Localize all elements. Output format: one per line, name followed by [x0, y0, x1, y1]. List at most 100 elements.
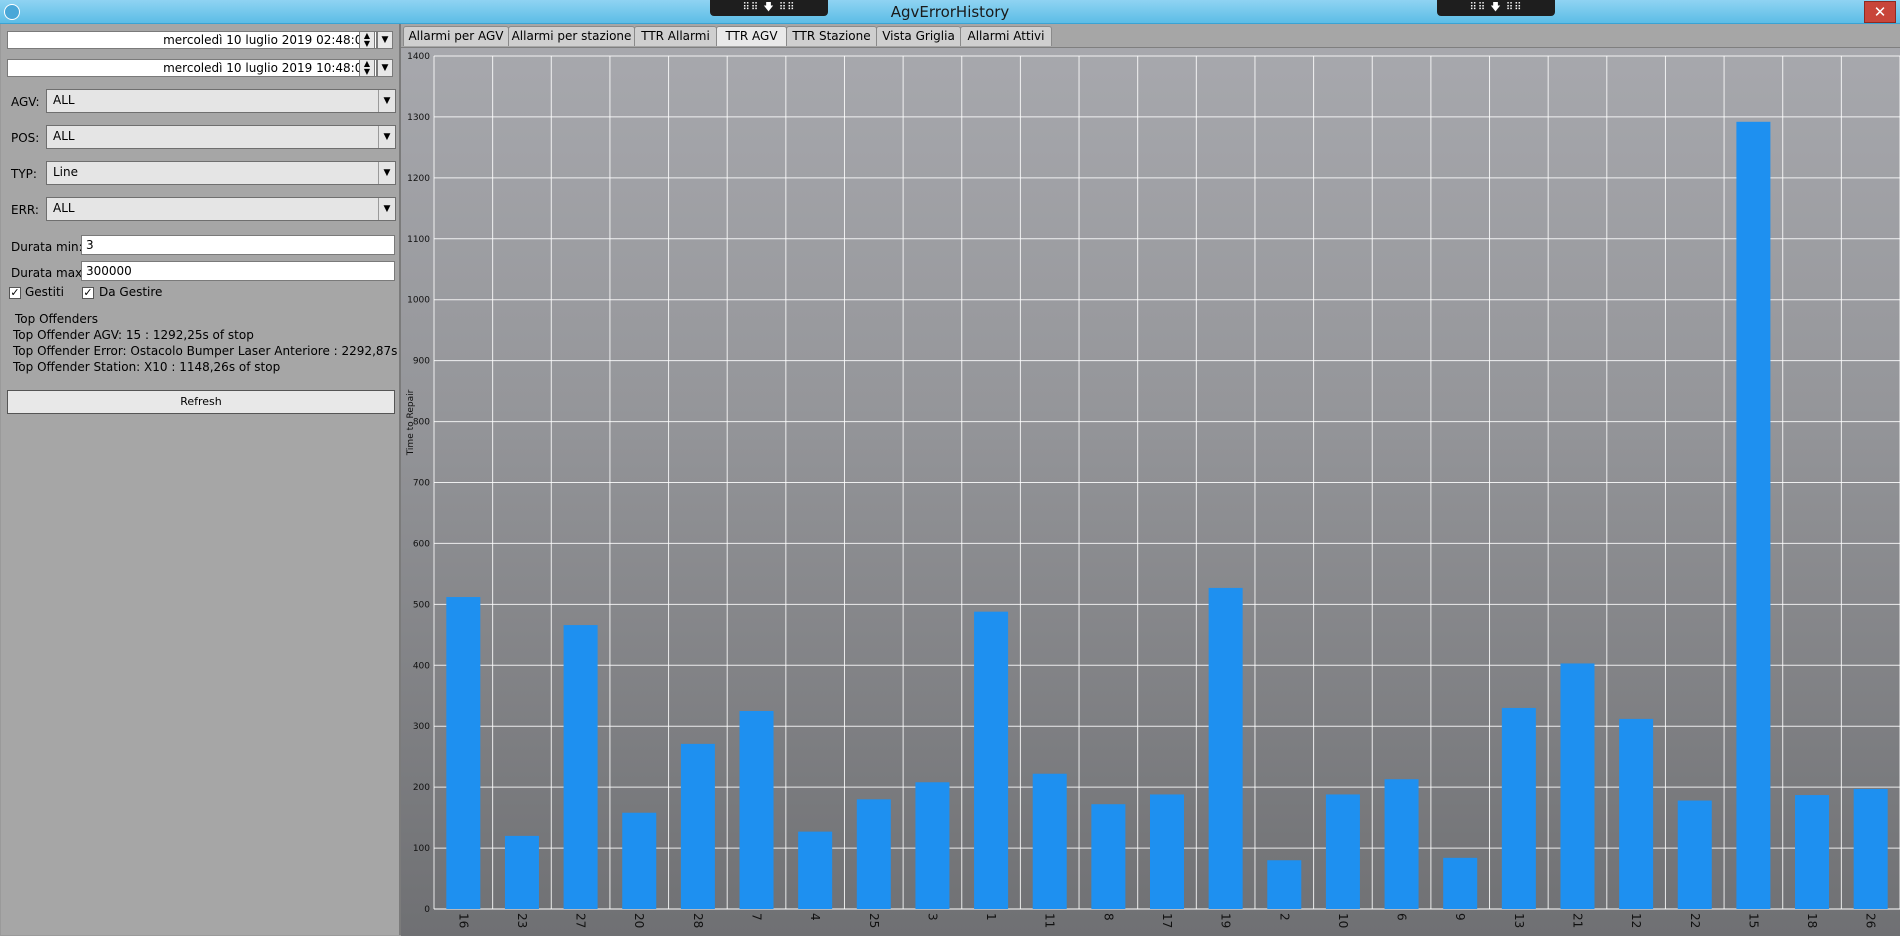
pos-select[interactable]: ALL ▼	[46, 125, 396, 149]
date-to-field[interactable]: mercoledì 10 luglio 2019 10:48:01	[7, 59, 377, 77]
x-tick-label: 28	[691, 913, 705, 928]
durata-max-label: Durata max:	[11, 266, 87, 280]
bar-agv-18[interactable]	[1795, 795, 1830, 909]
bar-agv-19[interactable]	[1208, 587, 1243, 909]
date-to-dropdown[interactable]: ▼	[377, 59, 393, 77]
err-select[interactable]: ALL ▼	[46, 197, 396, 221]
bar-agv-21[interactable]	[1560, 663, 1595, 909]
tab-allarmi-attivi[interactable]: Allarmi Attivi	[960, 26, 1052, 46]
tab-ttr-stazione[interactable]: TTR Stazione	[786, 26, 877, 46]
y-axis-label: Time to Repair	[406, 389, 416, 456]
x-tick-label: 9	[1453, 913, 1467, 921]
window-title: AgvErrorHistory	[890, 3, 1010, 21]
dock-handle-right[interactable]: ⠿⠿ 🡇 ⠿⠿	[1437, 0, 1555, 16]
tab-ttr-agv[interactable]: TTR AGV	[716, 26, 787, 46]
y-tick-label: 900	[413, 357, 430, 367]
top-offender-error: Top Offender Error: Ostacolo Bumper Lase…	[13, 344, 443, 358]
x-tick-label: 17	[1160, 913, 1174, 928]
x-tick-label: 21	[1570, 913, 1584, 928]
y-tick-label: 1000	[407, 296, 430, 306]
x-tick-label: 4	[808, 913, 822, 921]
bar-agv-10[interactable]	[1325, 794, 1360, 909]
date-to-spinner[interactable]: ▲ ▼	[359, 59, 375, 77]
chart-bars	[446, 121, 1888, 909]
err-label: ERR:	[11, 203, 39, 217]
x-tick-label: 13	[1512, 913, 1526, 928]
filter-sidebar: mercoledì 10 luglio 2019 02:48:01 ▲ ▼ ▼ m…	[1, 24, 443, 935]
chart-panel: 0 100 200 300 400 500 600 700 800 900 1000 1100 1200…	[401, 47, 1900, 936]
tab-vista-griglia[interactable]: Vista Griglia	[876, 26, 961, 46]
bar-agv-6[interactable]	[1384, 779, 1419, 909]
x-tick-label: 18	[1805, 913, 1819, 928]
durata-max-input[interactable]: 300000	[81, 261, 395, 281]
bar-agv-23[interactable]	[504, 835, 539, 909]
y-tick-label: 1300	[407, 113, 430, 123]
date-from-dropdown[interactable]: ▼	[377, 31, 393, 49]
y-tick-label: 700	[413, 479, 430, 489]
x-tick-label: 8	[1101, 913, 1115, 921]
y-tick-label: 1200	[407, 174, 430, 184]
x-tick-label: 2	[1277, 913, 1291, 921]
date-from-spinner[interactable]: ▲ ▼	[359, 31, 375, 49]
x-tick-label: 10	[1336, 913, 1350, 928]
agv-label: AGV:	[11, 95, 40, 109]
y-tick-label: 1100	[407, 235, 430, 245]
gestiti-label: Gestiti	[25, 285, 65, 299]
tab-strip: Allarmi per AGV Allarmi per stazione TTR…	[401, 24, 1900, 47]
x-tick-label: 20	[632, 913, 646, 928]
durata-min-label: Durata min:	[11, 240, 83, 254]
ttr-agv-bar-chart: 0100200300400500600700800900100011001200…	[406, 52, 1900, 928]
bar-agv-4[interactable]	[798, 831, 833, 909]
y-tick-label: 0	[424, 905, 430, 915]
bar-agv-28[interactable]	[680, 743, 715, 909]
agv-select[interactable]: ALL ▼	[46, 89, 396, 113]
x-tick-label: 12	[1629, 913, 1643, 928]
tab-ttr-allarmi[interactable]: TTR Allarmi	[634, 26, 717, 46]
tab-allarmi-per-agv[interactable]: Allarmi per AGV	[403, 26, 509, 46]
date-from-field[interactable]: mercoledì 10 luglio 2019 02:48:01	[7, 31, 377, 49]
bar-agv-17[interactable]	[1149, 794, 1185, 909]
da-gestire-checkbox[interactable]: ✓	[82, 287, 94, 299]
bar-agv-26[interactable]	[1853, 788, 1888, 909]
typ-select[interactable]: Line ▼	[46, 161, 396, 185]
pos-select-value: ALL	[53, 129, 75, 143]
bar-agv-13[interactable]	[1501, 707, 1536, 909]
tab-allarmi-per-stazione[interactable]: Allarmi per stazione	[508, 26, 635, 46]
bar-agv-25[interactable]	[856, 799, 891, 909]
bar-agv-9[interactable]	[1443, 857, 1478, 909]
close-button[interactable]: ✕	[1864, 1, 1896, 23]
durata-min-input[interactable]: 3	[81, 235, 395, 255]
err-select-value: ALL	[53, 201, 75, 215]
x-tick-label: 23	[515, 913, 529, 928]
y-tick-label: 600	[413, 539, 430, 549]
bar-agv-15[interactable]	[1736, 121, 1771, 909]
bar-agv-2[interactable]	[1267, 860, 1302, 909]
x-tick-label: 1	[984, 913, 998, 921]
bar-agv-12[interactable]	[1619, 718, 1654, 909]
bar-agv-1[interactable]	[974, 611, 1009, 909]
x-axis-ticks: 16 23 27 20 28 7 4 25 3 1 11 8 17 19 2 10 6 9 13 21 12 22 15 18…	[456, 913, 1877, 928]
bar-agv-11[interactable]	[1032, 773, 1067, 909]
top-offenders-header: Top Offenders	[15, 312, 98, 326]
x-tick-label: 11	[1043, 913, 1057, 928]
bar-agv-22[interactable]	[1677, 800, 1712, 909]
bar-agv-27[interactable]	[563, 625, 598, 909]
bar-agv-3[interactable]	[915, 782, 950, 909]
y-tick-label: 1400	[407, 52, 430, 62]
y-tick-label: 400	[413, 661, 430, 671]
title-bar: ⠿⠿ 🡇 ⠿⠿ AgvErrorHistory ⠿⠿ 🡇 ⠿⠿ ✕	[0, 0, 1900, 24]
bar-agv-7[interactable]	[739, 710, 774, 909]
x-tick-label: 3	[925, 913, 939, 921]
y-tick-label: 200	[413, 783, 430, 793]
gestiti-checkbox[interactable]: ✓	[9, 287, 21, 299]
x-tick-label: 6	[1395, 913, 1409, 921]
typ-select-value: Line	[53, 165, 79, 179]
y-axis-ticks: 0100200300400500600700800900100011001200…	[407, 52, 430, 915]
top-offender-agv: Top Offender AGV: 15 : 1292,25s of stop	[13, 328, 254, 342]
bar-agv-8[interactable]	[1091, 804, 1126, 909]
x-tick-label: 15	[1746, 913, 1760, 928]
bar-agv-16[interactable]	[446, 597, 481, 909]
bar-agv-20[interactable]	[622, 812, 657, 909]
x-tick-label: 22	[1688, 913, 1702, 928]
refresh-button[interactable]: Refresh	[7, 390, 395, 414]
